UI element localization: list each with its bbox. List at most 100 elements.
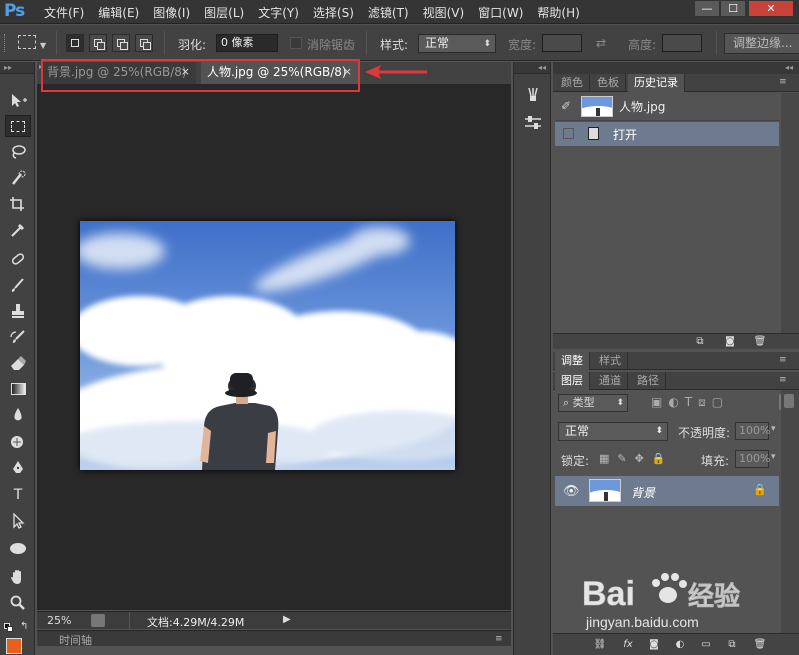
history-snapshot[interactable]: ✐ 人物.jpg: [555, 93, 779, 121]
play-arrow-icon[interactable]: ▶: [283, 614, 291, 625]
swap-colors-icon[interactable]: ↰: [20, 621, 28, 632]
path-selection-tool-icon[interactable]: [5, 510, 31, 532]
move-tool-icon[interactable]: [5, 89, 31, 111]
chevron-down-icon[interactable]: ▼: [40, 41, 46, 50]
visibility-eye-icon[interactable]: 👁: [563, 484, 580, 499]
menu-filter[interactable]: 滤镜(T): [368, 4, 409, 21]
toolbox-collapse-icon[interactable]: ▸▸: [0, 62, 34, 74]
tab-channels[interactable]: 通道: [593, 372, 628, 390]
default-colors-icon[interactable]: [4, 623, 14, 633]
blur-tool-icon[interactable]: [5, 404, 31, 426]
width-input[interactable]: [542, 34, 582, 52]
tab-history[interactable]: 历史记录: [628, 74, 685, 92]
document-profile-icon[interactable]: [91, 614, 105, 627]
history-brush-tool-icon[interactable]: [5, 326, 31, 348]
ellipse-tool-icon[interactable]: [5, 537, 31, 559]
menu-view[interactable]: 视图(V): [423, 4, 465, 21]
trash-icon[interactable]: 🗑: [753, 336, 767, 347]
history-step-open[interactable]: 打开: [555, 122, 779, 146]
opacity-input[interactable]: 100%: [735, 422, 770, 440]
rectangular-marquee-tool-icon[interactable]: [5, 115, 31, 137]
panel-dock-header[interactable]: ◂◂: [553, 62, 799, 74]
foreground-color-swatch[interactable]: [6, 638, 22, 654]
crop-tool-icon[interactable]: [5, 193, 31, 215]
lasso-tool-icon[interactable]: [5, 141, 31, 163]
camera-snapshot-icon[interactable]: ◙: [723, 336, 737, 347]
panel-icon-strip: ◂◂: [513, 62, 551, 655]
history-source-checkbox[interactable]: [563, 128, 574, 139]
style-select[interactable]: 正常 ⬍: [418, 34, 496, 53]
panel-menu-icon[interactable]: ≡: [779, 77, 787, 87]
menu-layer[interactable]: 图层(L): [204, 4, 244, 21]
adjustment-layer-icon[interactable]: ◐: [673, 639, 687, 650]
history-brush-source-icon[interactable]: ✐: [561, 99, 571, 113]
menu-window[interactable]: 窗口(W): [478, 4, 523, 21]
menu-select[interactable]: 选择(S): [313, 4, 354, 21]
new-group-icon[interactable]: ▭: [699, 639, 713, 650]
tab-styles[interactable]: 样式: [593, 352, 628, 370]
hand-tool-icon[interactable]: [5, 566, 31, 588]
intersect-selection-button[interactable]: [135, 34, 153, 52]
brush-preset-icon[interactable]: [523, 86, 543, 106]
chevron-down-icon[interactable]: ▾: [771, 424, 776, 434]
panel-menu-icon[interactable]: ≡: [779, 375, 787, 385]
tab-adjustments[interactable]: 调整: [555, 352, 590, 370]
clone-stamp-tool-icon[interactable]: [5, 300, 31, 322]
new-document-from-state-icon[interactable]: ⧉: [693, 336, 707, 347]
tab-layers[interactable]: 图层: [555, 372, 590, 390]
marquee-preset-icon[interactable]: [18, 35, 36, 49]
gradient-tool-icon[interactable]: [5, 378, 31, 400]
zoom-tool-icon[interactable]: [5, 592, 31, 614]
zoom-level[interactable]: 25%: [47, 614, 71, 627]
eyedropper-tool-icon[interactable]: [5, 219, 31, 241]
panel-menu-icon[interactable]: ≡: [779, 355, 787, 365]
panel-menu-icon[interactable]: ≡: [495, 634, 503, 644]
feather-input[interactable]: 0 像素: [216, 34, 278, 52]
minimize-button[interactable]: —: [694, 0, 720, 17]
divider: [366, 31, 367, 55]
menu-edit[interactable]: 编辑(E): [98, 4, 139, 21]
layer-mask-icon[interactable]: ◙: [647, 639, 661, 650]
menu-type[interactable]: 文字(Y): [258, 4, 299, 21]
link-layers-icon[interactable]: ⛓: [593, 639, 607, 650]
fill-input[interactable]: 100%: [735, 450, 770, 468]
lock-options-icons[interactable]: ▦✎✥🔒: [599, 452, 674, 465]
swap-icon[interactable]: ⇄: [596, 36, 606, 50]
menu-image[interactable]: 图像(I): [153, 4, 190, 21]
chevron-down-icon[interactable]: ▾: [771, 452, 776, 462]
layer-filter-select[interactable]: ⌕ 类型 ⬍: [558, 394, 628, 412]
new-layer-icon[interactable]: ⧉: [725, 639, 739, 650]
dodge-tool-icon[interactable]: [5, 431, 31, 453]
antialias-checkbox[interactable]: [290, 37, 302, 49]
height-input[interactable]: [662, 34, 702, 52]
strip-collapse-icon[interactable]: ◂◂: [514, 62, 550, 74]
type-tool-icon[interactable]: T: [5, 484, 31, 506]
new-selection-button[interactable]: [66, 34, 84, 52]
options-bar-grip[interactable]: [4, 34, 7, 52]
history-scrollbar[interactable]: [781, 93, 799, 336]
adjustment-sliders-icon[interactable]: [523, 114, 543, 134]
eraser-tool-icon[interactable]: [5, 352, 31, 374]
refine-edge-button[interactable]: 调整边缘...: [724, 33, 799, 54]
quick-selection-tool-icon[interactable]: [5, 167, 31, 189]
tab-swatches[interactable]: 色板: [591, 74, 626, 92]
tab-paths[interactable]: 路径: [631, 372, 666, 390]
menu-help[interactable]: 帮助(H): [537, 4, 579, 21]
spot-healing-tool-icon[interactable]: [5, 248, 31, 270]
menu-file[interactable]: 文件(F): [44, 4, 84, 21]
close-window-button[interactable]: ✕: [748, 0, 794, 17]
layer-row-background[interactable]: 👁 背景 🔒: [555, 476, 779, 506]
scroll-thumb[interactable]: [784, 394, 794, 408]
timeline-tab[interactable]: 时间轴: [59, 632, 92, 648]
brush-tool-icon[interactable]: [5, 274, 31, 296]
pen-tool-icon[interactable]: [5, 457, 31, 479]
tab-color[interactable]: 颜色: [555, 74, 590, 92]
subtract-selection-button[interactable]: [112, 34, 130, 52]
document-canvas-image[interactable]: [80, 221, 455, 470]
fx-icon[interactable]: fx: [621, 639, 635, 650]
blend-mode-select[interactable]: 正常 ⬍: [558, 422, 668, 441]
add-selection-button[interactable]: [89, 34, 107, 52]
maximize-button[interactable]: ☐: [720, 0, 746, 17]
trash-icon[interactable]: 🗑: [753, 639, 767, 650]
layer-filter-icons[interactable]: ▣◐T⧈▢: [651, 395, 729, 410]
